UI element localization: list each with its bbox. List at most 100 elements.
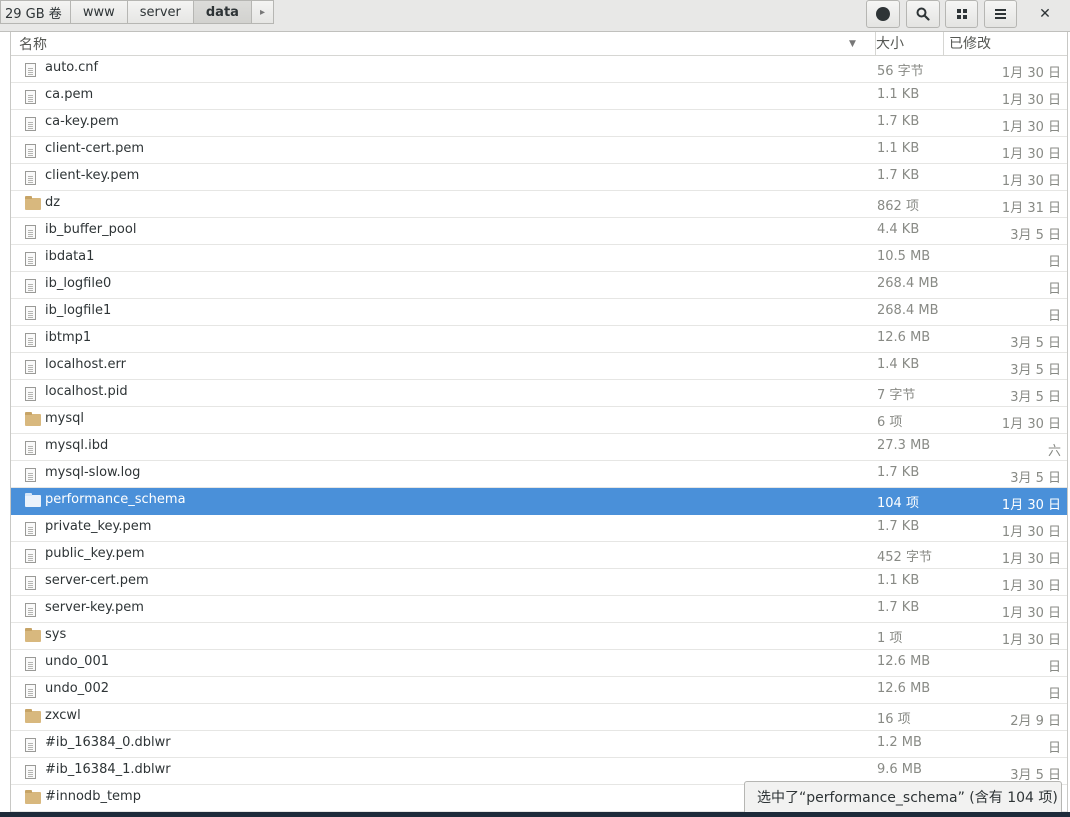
file-name: sys (45, 627, 67, 642)
file-row[interactable]: mysql 6 项 1月 30 日 (11, 407, 1067, 434)
file-row[interactable]: ib_buffer_pool 4.4 KB 3月 5 日 (11, 218, 1067, 245)
file-modified: 日 (1047, 660, 1061, 675)
breadcrumb-forward-arrow[interactable]: ▸ (251, 0, 274, 24)
file-icon (25, 225, 36, 239)
file-size: 1.4 KB (877, 357, 920, 372)
sort-down-icon[interactable]: ▼ (849, 39, 856, 49)
file-row[interactable]: undo_001 12.6 MB 日 (11, 650, 1067, 677)
file-icon (25, 576, 36, 590)
status-text: 选中了“performance_schema” (含有 104 项) (757, 790, 1058, 806)
file-row[interactable]: ibdata1 10.5 MB 日 (11, 245, 1067, 272)
file-row[interactable]: server-cert.pem 1.1 KB 1月 30 日 (11, 569, 1067, 596)
close-icon: ✕ (1039, 6, 1051, 22)
file-modified: 1月 31 日 (1001, 201, 1061, 216)
file-list-view[interactable]: 名称 ▼ 大小 已修改 auto.cnf 56 字节 1月 30 日 ca.pem 1.… (10, 32, 1068, 812)
file-name: ib_logfile0 (45, 276, 112, 291)
breadcrumb-www[interactable]: www (70, 0, 128, 24)
breadcrumb-data[interactable]: data (193, 0, 252, 24)
file-row[interactable]: localhost.err 1.4 KB 3月 5 日 (11, 353, 1067, 380)
folder-icon (25, 790, 41, 804)
file-row[interactable]: #ib_16384_0.dblwr 1.2 MB 日 (11, 731, 1067, 758)
file-name: dz (45, 195, 61, 210)
file-name: performance_schema (45, 492, 186, 507)
close-button[interactable]: ✕ (1028, 0, 1062, 28)
column-name-header[interactable]: 名称 (19, 34, 47, 54)
file-size: 1.7 KB (877, 168, 920, 183)
file-size: 1.7 KB (877, 114, 920, 129)
file-name: mysql.ibd (45, 438, 109, 453)
breadcrumb-disk[interactable]: 29 GB 卷 (0, 0, 71, 24)
file-size: 1.1 KB (877, 573, 920, 588)
file-row[interactable]: ib_logfile0 268.4 MB 日 (11, 272, 1067, 299)
file-name: ca-key.pem (45, 114, 119, 129)
file-modified: 日 (1047, 255, 1061, 270)
file-icon (25, 765, 36, 779)
file-name: ibtmp1 (45, 330, 92, 345)
file-row[interactable]: client-cert.pem 1.1 KB 1月 30 日 (11, 137, 1067, 164)
file-modified: 3月 5 日 (1010, 228, 1061, 243)
file-size: 1.7 KB (877, 519, 920, 534)
bottom-edge (0, 812, 1070, 817)
file-row[interactable]: performance_schema 104 项 1月 30 日 (11, 488, 1067, 515)
file-row[interactable]: ibtmp1 12.6 MB 3月 5 日 (11, 326, 1067, 353)
file-name: undo_002 (45, 681, 109, 696)
file-name: ibdata1 (45, 249, 95, 264)
file-name: zxcwl (45, 708, 81, 723)
file-name: client-key.pem (45, 168, 140, 183)
grid-view-button[interactable] (945, 0, 978, 28)
file-size: 12.6 MB (877, 654, 931, 669)
file-name: client-cert.pem (45, 141, 145, 156)
file-modified: 1月 30 日 (1001, 552, 1061, 567)
file-size: 4.4 KB (877, 222, 920, 237)
file-row[interactable]: ib_logfile1 268.4 MB 日 (11, 299, 1067, 326)
file-icon (25, 360, 36, 374)
file-modified: 1月 30 日 (1001, 606, 1061, 621)
file-modified: 1月 30 日 (1001, 93, 1061, 108)
file-name: undo_001 (45, 654, 109, 669)
file-rows: auto.cnf 56 字节 1月 30 日 ca.pem 1.1 KB 1月 30 日c… (11, 56, 1067, 812)
file-row[interactable]: public_key.pem 452 字节 1月 30 日 (11, 542, 1067, 569)
file-modified: 1月 30 日 (1001, 579, 1061, 594)
file-name: mysql-slow.log (45, 465, 141, 480)
file-row[interactable]: server-key.pem 1.7 KB 1月 30 日 (11, 596, 1067, 623)
file-name: private_key.pem (45, 519, 152, 534)
file-modified: 日 (1047, 741, 1061, 756)
file-size: 10.5 MB (877, 249, 931, 264)
column-modified-header[interactable]: 已修改 (943, 32, 1067, 56)
menu-icon (995, 9, 1006, 19)
file-icon (25, 441, 36, 455)
file-name: #innodb_temp (45, 789, 141, 804)
record-button[interactable] (866, 0, 900, 28)
file-row[interactable]: localhost.pid 7 字节 3月 5 日 (11, 380, 1067, 407)
file-name: ca.pem (45, 87, 94, 102)
file-modified: 2月 9 日 (1010, 714, 1061, 729)
file-row[interactable]: mysql.ibd 27.3 MB 六 (11, 434, 1067, 461)
file-row[interactable]: ca.pem 1.1 KB 1月 30 日 (11, 83, 1067, 110)
file-icon (25, 306, 36, 320)
file-modified: 3月 5 日 (1010, 390, 1061, 405)
file-modified: 日 (1047, 309, 1061, 324)
file-modified: 1月 30 日 (1001, 147, 1061, 162)
file-row[interactable]: private_key.pem 1.7 KB 1月 30 日 (11, 515, 1067, 542)
file-icon (25, 171, 36, 185)
file-size: 1.2 MB (877, 735, 922, 750)
file-size: 9.6 MB (877, 762, 922, 777)
search-icon (916, 7, 930, 21)
file-icon (25, 333, 36, 347)
file-name: public_key.pem (45, 546, 145, 561)
file-row[interactable]: auto.cnf 56 字节 1月 30 日 (11, 56, 1067, 83)
file-row[interactable]: dz 862 项 1月 31 日 (11, 191, 1067, 218)
file-icon (25, 90, 36, 104)
column-size-header[interactable]: 大小 (875, 32, 943, 56)
file-row[interactable]: undo_002 12.6 MB 日 (11, 677, 1067, 704)
file-row[interactable]: client-key.pem 1.7 KB 1月 30 日 (11, 164, 1067, 191)
file-size: 452 字节 (877, 550, 932, 565)
file-row[interactable]: zxcwl 16 项 2月 9 日 (11, 704, 1067, 731)
folder-icon (25, 709, 41, 723)
file-row[interactable]: sys 1 项 1月 30 日 (11, 623, 1067, 650)
breadcrumb-server[interactable]: server (127, 0, 194, 24)
search-button[interactable] (906, 0, 940, 28)
file-row[interactable]: ca-key.pem 1.7 KB 1月 30 日 (11, 110, 1067, 137)
menu-button[interactable] (984, 0, 1017, 28)
file-row[interactable]: mysql-slow.log 1.7 KB 3月 5 日 (11, 461, 1067, 488)
